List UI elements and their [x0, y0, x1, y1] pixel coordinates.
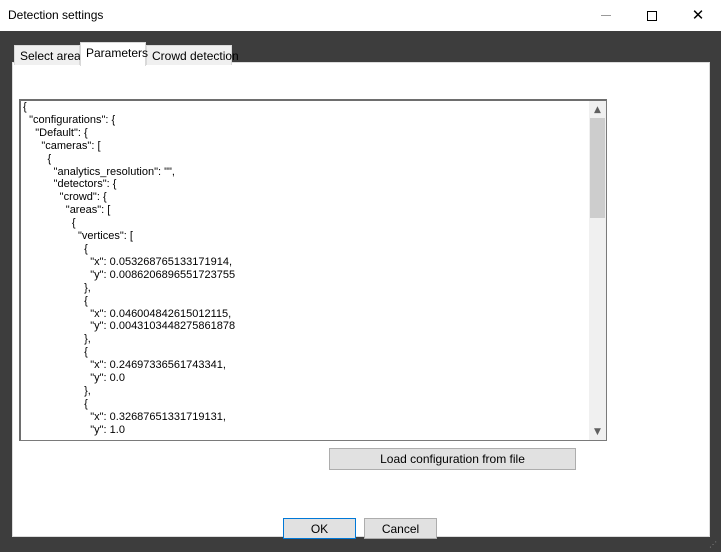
ok-button[interactable]: OK: [283, 518, 356, 539]
scroll-down-icon[interactable]: ▼: [589, 423, 606, 440]
scroll-thumb[interactable]: [590, 118, 605, 218]
dialog-body: Select area Parameters Crowd detection {…: [0, 31, 721, 552]
minimize-icon: [601, 15, 611, 16]
maximize-icon: [647, 10, 657, 21]
cancel-button[interactable]: Cancel: [364, 518, 437, 539]
vertical-scrollbar[interactable]: ▲ ▼: [589, 101, 606, 440]
window-title: Detection settings: [8, 8, 104, 22]
maximize-button[interactable]: [629, 0, 675, 31]
close-button[interactable]: ✕: [675, 0, 721, 31]
config-text-area[interactable]: { "configurations": { "Default": { "came…: [19, 99, 607, 441]
minimize-button[interactable]: [583, 0, 629, 31]
resize-grip-icon[interactable]: ⋰: [709, 540, 719, 550]
close-icon: ✕: [691, 6, 705, 24]
title-bar: Detection settings ✕: [0, 0, 721, 31]
tab-crowd-detection[interactable]: Crowd detection: [146, 45, 239, 65]
config-json-text[interactable]: { "configurations": { "Default": { "came…: [23, 101, 235, 437]
tab-select-area[interactable]: Select area: [14, 45, 81, 65]
scroll-up-icon[interactable]: ▲: [589, 101, 606, 118]
tab-parameters[interactable]: Parameters: [80, 42, 148, 66]
load-configuration-button[interactable]: Load configuration from file: [329, 448, 576, 470]
